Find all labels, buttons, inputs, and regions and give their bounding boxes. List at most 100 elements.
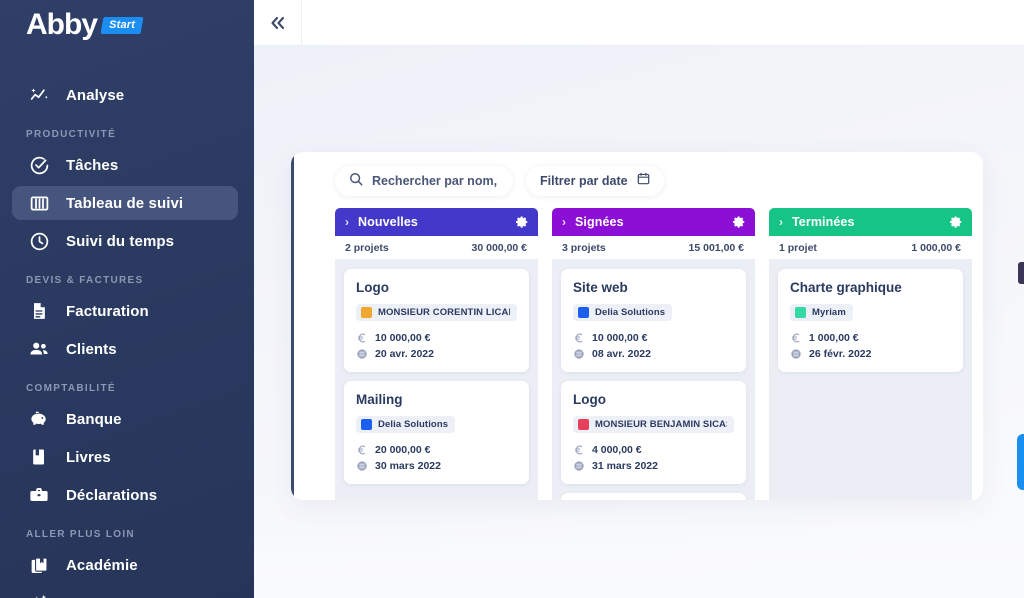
client-color-swatch [578,307,589,318]
app-root: Abby Start Analyse PRODUCTIVITÉ Tâches Tabl… [0,0,1024,598]
board-icon [26,191,52,215]
sidebar-section-label: COMPTABILITÉ [26,383,116,394]
client-tag[interactable]: MONSIEUR CORENTIN LICARDE [356,304,517,321]
sidebar: Abby Start Analyse PRODUCTIVITÉ Tâches Tabl… [0,0,254,598]
column-project-count: 2 projets [345,241,389,254]
project-date: 08 avr. 2022 [592,348,651,360]
kanban-column: › Terminées 1 projet 1 000,00 € Charte graph… [769,208,972,500]
project-date-row: 31 mars 2022 [573,460,734,472]
client-name: MONSIEUR CORENTIN LICARDE [378,307,510,318]
client-color-swatch [795,307,806,318]
client-name: Myriam [812,307,846,318]
search-input[interactable]: Rechercher par nom, [335,166,514,196]
column-title: Signées [575,215,624,229]
kanban-column: › Nouvelles 2 projets 30 000,00 € Logo MONSIE… [335,208,538,500]
client-color-swatch [361,307,372,318]
chevron-double-left-icon[interactable] [254,0,302,46]
sidebar-item-clients[interactable]: Clients [12,332,238,366]
project-date: 31 mars 2022 [592,460,658,472]
gear-icon[interactable] [949,215,963,229]
column-header[interactable]: › Signées [552,208,755,236]
project-card[interactable]: Logo MONSIEUR BENJAMIN SICASSE 4 000,00 € 3… [561,381,746,484]
project-date-row: 26 févr. 2022 [790,348,951,360]
project-card[interactable]: LogoMONSIEUR NICOLAS LAPPIERRE [561,493,746,500]
calendar-dot-icon [573,460,585,472]
sidebar-item-label: Suivi du temps [66,232,175,250]
euro-icon [356,332,368,344]
date-filter-label: Filtrer par date [540,174,628,188]
column-total-amount: 15 001,00 € [688,241,744,254]
client-tag[interactable]: Myriam [790,304,853,321]
chevron-right-icon[interactable]: › [779,215,783,229]
column-card-list: Site web Delia Solutions 10 000,00 € 08 avr… [552,260,755,500]
sidebar-item-label: Clients [66,340,117,358]
column-card-list: Charte graphique Myriam 1 000,00 € 26 févr.… [769,260,972,500]
sidebar-item-facturation[interactable]: Facturation [12,294,238,328]
sidebar-item-label: Académie [66,556,138,574]
sidebar-item-livres[interactable]: Livres [12,440,238,474]
column-summary: 1 projet 1 000,00 € [769,236,972,260]
calendar-dot-icon [356,460,368,472]
sidebar-section-label: PRODUCTIVITÉ [26,129,117,140]
right-edge-widget[interactable] [1018,262,1024,284]
logo-text: Abby [26,8,98,41]
clock-icon [26,229,52,253]
search-placeholder: Rechercher par nom, [372,174,498,188]
project-amount-row: 10 000,00 € [356,332,517,344]
client-tag[interactable]: Delia Solutions [356,416,456,433]
column-summary: 2 projets 30 000,00 € [335,236,538,260]
date-filter-button[interactable]: Filtrer par date [526,166,664,196]
topbar [254,0,1024,46]
app-logo[interactable]: Abby Start [0,0,254,50]
sidebar-nav: Analyse PRODUCTIVITÉ Tâches Tableau de suiv… [0,78,254,598]
column-title: Nouvelles [358,215,418,229]
calendar-dot-icon [790,348,802,360]
help-chat-button[interactable] [1017,434,1024,490]
project-amount: 20 000,00 € [375,444,431,456]
project-card[interactable]: Logo MONSIEUR CORENTIN LICARDE 10 000,00 €… [344,269,529,372]
column-header[interactable]: › Nouvelles [335,208,538,236]
project-amount-row: 20 000,00 € [356,444,517,456]
sidebar-item-tableau-de-suivi[interactable]: Tableau de suivi [12,186,238,220]
column-total-amount: 1 000,00 € [911,241,961,254]
sidebar-item-acad-mie[interactable]: Académie [12,548,238,582]
column-project-count: 1 projet [779,241,817,254]
sidebar-item-label: Tableau de suivi [66,194,184,212]
column-title: Terminées [792,215,855,229]
euro-icon [573,444,585,456]
project-amount-row: 4 000,00 € [573,444,734,456]
document-icon [26,299,52,323]
client-name: Delia Solutions [378,419,449,430]
project-card[interactable]: Mailing Delia Solutions 20 000,00 € 30 mars… [344,381,529,484]
sidebar-item-store[interactable]: Store [12,586,238,598]
sidebar-item-analyse[interactable]: Analyse [12,78,238,112]
logo-badge: Start [100,16,144,34]
gear-icon[interactable] [732,215,746,229]
client-color-swatch [361,419,372,430]
euro-icon [356,444,368,456]
chevron-right-icon[interactable]: › [562,215,566,229]
project-card[interactable]: Site web Delia Solutions 10 000,00 € 08 avr… [561,269,746,372]
sidebar-item-d-clarations[interactable]: Déclarations [12,478,238,512]
project-date: 26 févr. 2022 [809,348,872,360]
euro-icon [790,332,802,344]
sidebar-item-t-ches[interactable]: Tâches [12,148,238,182]
sidebar-item-label: Livres [66,448,111,466]
project-card-title: Logo [573,392,606,407]
calendar-dot-icon [356,348,368,360]
sidebar-item-suivi-du-temps[interactable]: Suivi du temps [12,224,238,258]
client-tag[interactable]: MONSIEUR BENJAMIN SICASSE [573,416,734,433]
client-name: Delia Solutions [595,307,666,318]
analytics-icon [26,83,52,107]
project-amount-row: 10 000,00 € [573,332,734,344]
sidebar-item-banque[interactable]: Banque [12,402,238,436]
project-card-title: Charte graphique [790,280,902,295]
briefcase-icon [26,483,52,507]
project-card[interactable]: Charte graphique Myriam 1 000,00 € 26 févr.… [778,269,963,372]
calendar-icon [637,172,650,190]
column-header[interactable]: › Terminées [769,208,972,236]
gear-icon[interactable] [515,215,529,229]
chevron-right-icon[interactable]: › [345,215,349,229]
client-tag[interactable]: Delia Solutions [573,304,673,321]
